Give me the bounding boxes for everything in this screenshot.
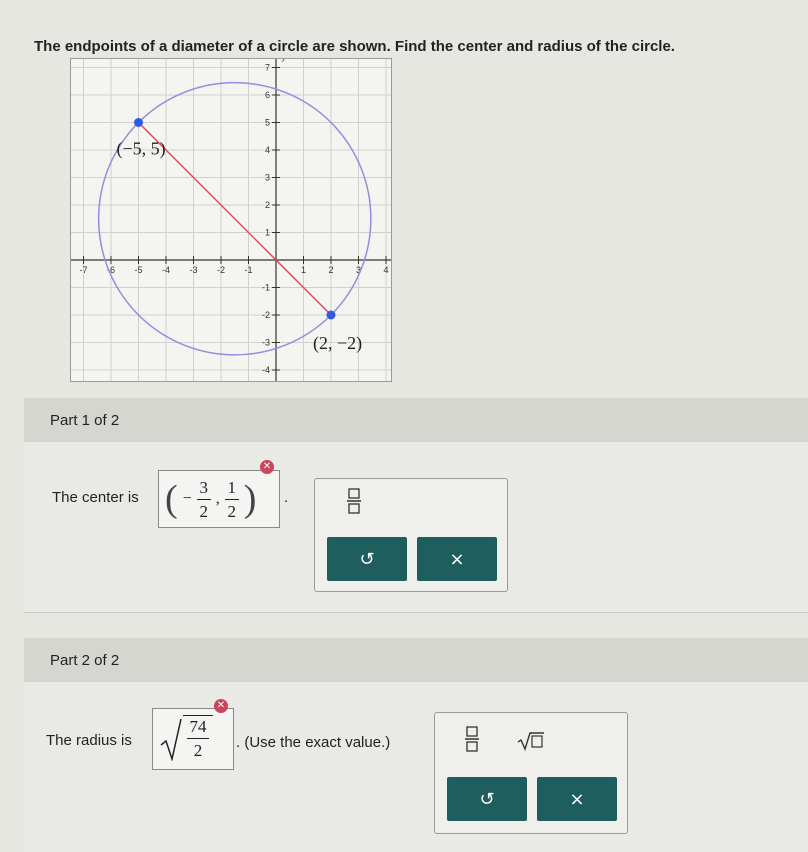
part2-header-label: Part 2 of 2 [50, 651, 120, 669]
y-tick-label: 3 [265, 173, 270, 183]
undo-icon: ↺ [479, 788, 495, 810]
y-tick-label: 1 [265, 228, 270, 238]
question-text: The endpoints of a diameter of a circle … [34, 38, 675, 55]
part1-body: The center is ( − 3 2 , 1 2 ) ✕ . ↺ × [24, 442, 808, 613]
endpoint-b [326, 310, 336, 320]
x-tick-label: -1 [244, 265, 252, 275]
part2-tool-panel: ↺ × [434, 712, 628, 834]
center-y-numerator: 1 [227, 477, 236, 497]
radius-denominator: 2 [193, 741, 203, 760]
fraction-template-icon[interactable] [465, 725, 479, 757]
endpoint-b-label: (2, −2) [313, 333, 362, 354]
x-tick-label: -3 [189, 265, 197, 275]
center-y-fraction: 1 2 [224, 477, 239, 521]
close-paren: ) [243, 478, 257, 520]
radius-fraction: 74 2 [187, 718, 209, 759]
endpoint-a [134, 118, 143, 127]
undo-icon: ↺ [359, 548, 375, 570]
graph-svg: -7-6-5-4-3-2-112347654321-1-2-3-4xy(−5, … [71, 59, 391, 381]
radical-sign [160, 718, 182, 761]
undo-button[interactable]: ↺ [327, 537, 407, 581]
x-tick-label: 4 [383, 265, 388, 275]
radius-answer-field[interactable]: 74 2 [152, 708, 234, 770]
x-tick-label: 1 [301, 265, 306, 275]
radius-prompt: The radius is [46, 732, 132, 749]
diameter-segment [137, 121, 332, 316]
radius-numerator: 74 [189, 717, 207, 736]
clear-button[interactable]: × [417, 537, 497, 581]
center-y-denominator: 2 [227, 501, 236, 521]
error-x-icon: ✕ [214, 699, 228, 713]
close-icon: × [569, 788, 585, 810]
coordinate-graph: -7-6-5-4-3-2-112347654321-1-2-3-4xy(−5, … [70, 58, 392, 382]
x-tick-label: -5 [134, 265, 142, 275]
y-tick-label: -3 [262, 338, 270, 348]
y-tick-label: 2 [265, 200, 270, 210]
y-tick-label: 6 [265, 90, 270, 100]
center-x-denominator: 2 [199, 501, 208, 521]
x-sign: − [182, 490, 192, 507]
radicand: 74 2 [183, 715, 213, 759]
x-tick-label: -7 [79, 265, 87, 275]
part1-tool-panel: ↺ × [314, 478, 508, 592]
undo-button[interactable]: ↺ [447, 777, 527, 821]
x-tick-label: -4 [162, 265, 170, 275]
y-tick-label: 7 [265, 63, 270, 73]
center-answer-field[interactable]: ( − 3 2 , 1 2 ) [158, 470, 280, 528]
y-tick-label: 4 [265, 145, 270, 155]
radius-trailing: . (Use the exact value.) [236, 734, 391, 751]
center-x-numerator: 3 [199, 477, 208, 497]
open-paren: ( [165, 478, 178, 520]
center-prompt: The center is [52, 489, 139, 506]
y-tick-label: -4 [262, 365, 270, 375]
center-x-fraction: 3 2 [196, 477, 211, 521]
y-tick-label: -2 [262, 310, 270, 320]
part1-header: Part 1 of 2 [24, 398, 808, 442]
center-trailing: . [284, 489, 289, 506]
y-tick-label: 5 [265, 118, 270, 128]
part2-header: Part 2 of 2 [24, 638, 808, 682]
clear-button[interactable]: × [537, 777, 617, 821]
fraction-template-icon[interactable] [345, 487, 363, 519]
part1-header-label: Part 1 of 2 [50, 411, 120, 429]
x-tick-label: 2 [328, 265, 333, 275]
error-x-icon: ✕ [260, 460, 274, 474]
coordinate-separator: , [215, 490, 220, 507]
part2-body: The radius is 74 2 ✕ . (Use the exact va… [24, 682, 808, 852]
y-axis-label: y [281, 59, 287, 61]
sqrt-template-icon[interactable] [517, 731, 545, 755]
y-tick-label: -1 [262, 283, 270, 293]
x-tick-label: -2 [217, 265, 225, 275]
close-icon: × [449, 548, 465, 570]
endpoint-a-label: (−5, 5) [117, 139, 166, 160]
